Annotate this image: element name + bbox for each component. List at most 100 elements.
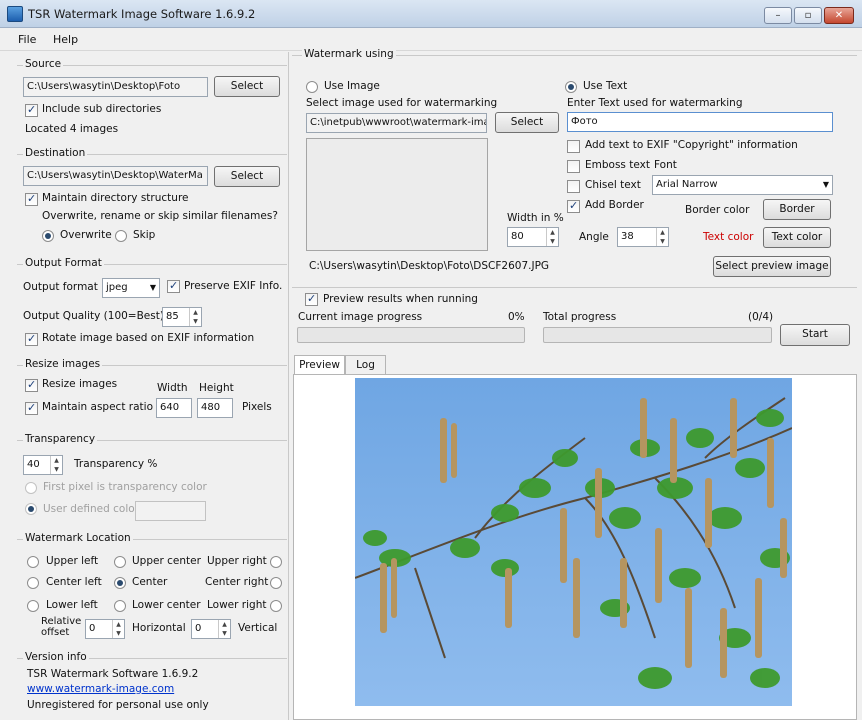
- first-pixel-radio[interactable]: [25, 482, 37, 494]
- source-path-field[interactable]: C:\Users\wasytin\Desktop\Foto: [23, 77, 208, 97]
- lower-right-radio[interactable]: [270, 600, 282, 612]
- spinner-arrows-icon[interactable]: ▲ ▼: [218, 620, 230, 638]
- border-color-button[interactable]: Border: [763, 199, 831, 220]
- center-radio[interactable]: [114, 577, 126, 589]
- destination-path-field[interactable]: C:\Users\wasytin\Desktop\WaterMa: [23, 166, 208, 186]
- maintain-aspect-checkbox[interactable]: [25, 401, 38, 415]
- watermark-image-select-button[interactable]: Select: [495, 112, 559, 133]
- start-button[interactable]: Start: [780, 324, 850, 346]
- transparency-value: 40: [27, 459, 40, 470]
- font-value: Arial Narrow: [656, 179, 718, 190]
- tab-log[interactable]: Log: [345, 355, 386, 375]
- current-progress-percent: 0%: [508, 311, 525, 323]
- website-link[interactable]: www.watermark-image.com: [27, 683, 174, 695]
- user-defined-color-swatch[interactable]: [135, 501, 206, 521]
- angle-spinner[interactable]: 38 ▲ ▼: [617, 227, 669, 247]
- overwrite-question: Overwrite, rename or skip similar filena…: [42, 210, 278, 222]
- minimize-button[interactable]: –: [764, 7, 792, 24]
- upper-left-radio[interactable]: [27, 556, 39, 568]
- center-right-radio[interactable]: [270, 577, 282, 589]
- width-percent-label: Width in %: [507, 212, 564, 224]
- current-progress-bar: [297, 327, 525, 343]
- include-subdirs-checkbox[interactable]: [25, 103, 38, 117]
- lower-center-label: Lower center: [132, 599, 201, 611]
- resize-images-checkbox[interactable]: [25, 378, 38, 392]
- use-image-radio[interactable]: [306, 81, 318, 93]
- horizontal-offset-spinner[interactable]: 0 ▲ ▼: [85, 619, 125, 639]
- add-exif-copyright-checkbox[interactable]: [567, 140, 580, 153]
- lower-left-label: Lower left: [46, 599, 98, 611]
- overwrite-radio[interactable]: [42, 230, 54, 242]
- source-select-button[interactable]: Select: [214, 76, 280, 97]
- relative-label: Relative: [41, 616, 82, 627]
- center-label: Center: [132, 576, 168, 588]
- first-pixel-label: First pixel is transparency color: [43, 481, 207, 493]
- use-image-label: Use Image: [324, 80, 380, 92]
- app-icon: [7, 6, 23, 22]
- select-preview-image-button[interactable]: Select preview image: [713, 256, 831, 277]
- upper-right-label: Upper right: [207, 555, 267, 567]
- spinner-arrows-icon[interactable]: ▲ ▼: [546, 228, 558, 246]
- angle-value: 38: [621, 231, 634, 242]
- horizontal-label: Horizontal: [132, 622, 186, 634]
- lower-center-radio[interactable]: [114, 600, 126, 612]
- spinner-arrows-icon[interactable]: ▲ ▼: [50, 456, 62, 474]
- transparency-label: Transparency %: [74, 458, 158, 470]
- spinner-arrows-icon[interactable]: ▲ ▼: [112, 620, 124, 638]
- close-button[interactable]: ✕: [824, 7, 854, 24]
- preview-when-running-checkbox[interactable]: [305, 292, 318, 306]
- spinner-arrows-icon[interactable]: ▲ ▼: [656, 228, 668, 246]
- source-title: Source: [23, 58, 64, 70]
- rotate-exif-checkbox[interactable]: [25, 332, 38, 346]
- maintain-aspect-label: Maintain aspect ratio: [42, 401, 153, 413]
- upper-left-label: Upper left: [46, 555, 99, 567]
- skip-label: Skip: [133, 229, 156, 241]
- vertical-offset-spinner[interactable]: 0 ▲ ▼: [191, 619, 231, 639]
- preview-image: [355, 378, 792, 706]
- upper-right-radio[interactable]: [270, 556, 282, 568]
- user-defined-color-radio[interactable]: [25, 503, 37, 515]
- user-defined-color-label: User defined color: [43, 503, 139, 515]
- progress-divider: [292, 287, 857, 288]
- license-text: Unregistered for personal use only: [27, 699, 209, 711]
- menu-help[interactable]: Help: [53, 33, 78, 46]
- resize-images-label: Resize images: [42, 378, 118, 390]
- output-quality-spinner[interactable]: 85 ▲ ▼: [162, 307, 202, 327]
- watermark-image-path[interactable]: C:\inetpub\wwwroot\watermark-ima: [306, 113, 487, 133]
- destination-group: Destination C:\Users\wasytin\Desktop\Wat…: [17, 147, 287, 254]
- tab-strip: Preview Log: [293, 355, 857, 376]
- chisel-checkbox[interactable]: [567, 180, 580, 193]
- total-progress-label: Total progress: [543, 311, 617, 323]
- add-border-checkbox[interactable]: [567, 199, 580, 213]
- center-left-radio[interactable]: [27, 577, 39, 589]
- use-text-radio[interactable]: [565, 81, 577, 93]
- destination-select-button[interactable]: Select: [214, 166, 280, 187]
- version-group: Version info TSR Watermark Software 1.6.…: [17, 651, 287, 720]
- pixels-label: Pixels: [242, 401, 272, 413]
- add-border-label: Add Border: [585, 199, 644, 211]
- text-color-button[interactable]: Text color: [763, 227, 831, 248]
- resize-height-input[interactable]: 480: [197, 398, 233, 418]
- upper-center-radio[interactable]: [114, 556, 126, 568]
- tab-preview[interactable]: Preview: [294, 355, 345, 376]
- watermark-text-input[interactable]: Фото: [567, 112, 833, 132]
- width-percent-spinner[interactable]: 80 ▲ ▼: [507, 227, 559, 247]
- current-progress-label: Current image progress: [298, 311, 423, 323]
- spinner-arrows-icon[interactable]: ▲ ▼: [189, 308, 201, 326]
- version-text: TSR Watermark Software 1.6.9.2: [27, 668, 199, 680]
- font-select[interactable]: Arial Narrow ▼: [652, 175, 833, 195]
- transparency-spinner[interactable]: 40 ▲ ▼: [23, 455, 63, 475]
- center-left-label: Center left: [46, 576, 102, 588]
- emboss-checkbox[interactable]: [567, 160, 580, 173]
- skip-radio[interactable]: [115, 230, 127, 242]
- lower-left-radio[interactable]: [27, 600, 39, 612]
- maximize-button[interactable]: ▫: [794, 7, 822, 24]
- resize-width-input[interactable]: 640: [156, 398, 192, 418]
- maintain-structure-checkbox[interactable]: [25, 192, 38, 206]
- output-format-select[interactable]: jpeg ▼: [102, 278, 160, 298]
- menu-file[interactable]: File: [18, 33, 36, 46]
- width-percent-value: 80: [511, 231, 524, 242]
- output-format-label: Output format: [23, 281, 98, 293]
- preserve-exif-checkbox[interactable]: [167, 279, 180, 293]
- preview-image-path: C:\Users\wasytin\Desktop\Foto\DSCF2607.J…: [309, 260, 550, 272]
